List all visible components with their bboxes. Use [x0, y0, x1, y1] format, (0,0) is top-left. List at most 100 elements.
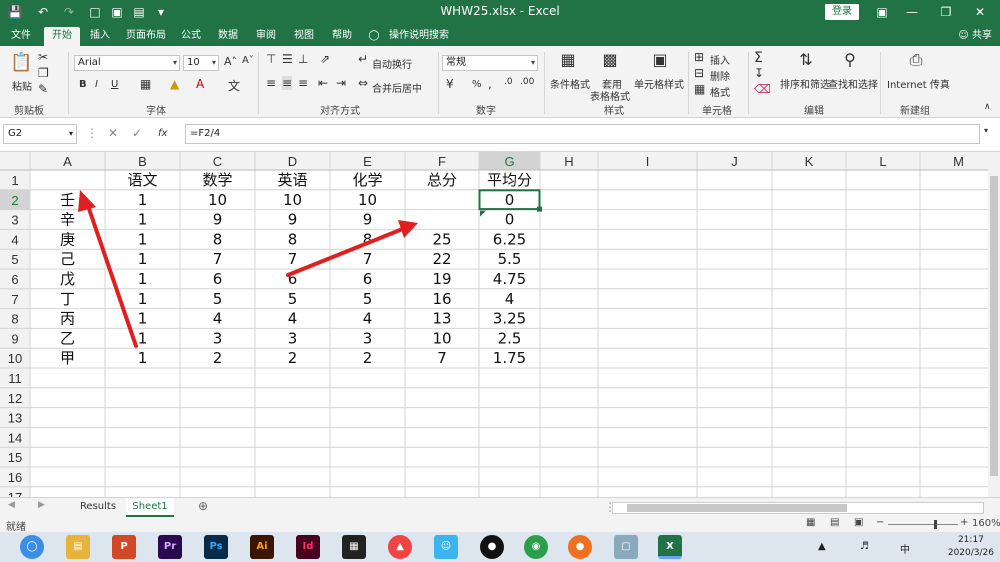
tab-formulas[interactable]: 公式 [176, 27, 206, 46]
column-header-I[interactable]: I [646, 154, 650, 169]
login-button[interactable]: 登录 [825, 4, 859, 20]
column-header-A[interactable]: A [63, 154, 72, 169]
row-header-4[interactable]: 4 [11, 232, 18, 247]
cell-A6[interactable]: 戊 [60, 270, 75, 288]
increase-indent-icon[interactable]: ⇥ [336, 76, 346, 90]
column-header-L[interactable]: L [879, 154, 886, 169]
align-left-icon[interactable]: ≡ [266, 76, 276, 90]
cell-C9[interactable]: 3 [213, 329, 223, 347]
font-color-icon[interactable]: A [196, 77, 204, 91]
cell-E8[interactable]: 4 [363, 310, 373, 328]
paste-icon[interactable]: 📋 [10, 52, 32, 73]
cell-F5[interactable]: 22 [432, 250, 451, 268]
cell-B9[interactable]: 1 [138, 329, 148, 347]
zoom-slider-thumb[interactable] [934, 520, 937, 529]
find-select-button[interactable]: 查找和选择 [828, 76, 878, 91]
row-header-16[interactable]: 16 [8, 470, 22, 485]
app-icon-orange[interactable]: ● [568, 535, 592, 559]
tab-data[interactable]: 数据 [212, 27, 244, 46]
prev-sheet-icon[interactable]: ◀ [8, 500, 15, 510]
zoom-slider[interactable] [888, 520, 958, 529]
orientation-icon[interactable]: ⇗ [320, 52, 330, 66]
insert-cells-icon[interactable]: ⊞ [694, 50, 704, 64]
row-header-3[interactable]: 3 [11, 213, 18, 228]
powerpoint-icon[interactable]: P [112, 535, 136, 559]
normal-view-icon[interactable]: ▦ [806, 517, 815, 528]
delete-cells-icon[interactable]: ⊟ [694, 66, 704, 80]
name-box[interactable]: G2 ▾ [3, 124, 77, 144]
formula-input[interactable]: =F2/4 [185, 124, 980, 144]
row-header-8[interactable]: 8 [11, 312, 18, 327]
cell-G9[interactable]: 2.5 [498, 329, 522, 347]
cell-F1[interactable]: 总分 [427, 171, 457, 189]
cell-B6[interactable]: 1 [138, 270, 148, 288]
format-table-line2[interactable]: 表格格式 [590, 88, 630, 103]
row-header-13[interactable]: 13 [8, 411, 22, 426]
row-header-7[interactable]: 7 [11, 292, 18, 307]
input-method-icon[interactable]: 中 [900, 541, 910, 556]
row-header-12[interactable]: 12 [8, 391, 22, 406]
photoshop-icon[interactable]: Ps [204, 535, 228, 559]
row-header-1[interactable]: 1 [11, 173, 18, 188]
delete-cells-button[interactable]: 删除 [710, 68, 730, 83]
chrome-icon[interactable]: ◉ [524, 535, 548, 559]
zoom-level[interactable]: 160% [972, 518, 1000, 529]
cell-D9[interactable]: 3 [288, 329, 298, 347]
format-cells-icon[interactable]: ▦ [694, 82, 705, 96]
column-header-F[interactable]: F [438, 154, 446, 169]
row-header-15[interactable]: 15 [8, 450, 22, 465]
cell-G8[interactable]: 3.25 [493, 310, 526, 328]
vertical-scrollbar-thumb[interactable] [990, 176, 998, 476]
cell-D3[interactable]: 9 [288, 211, 298, 229]
cell-B8[interactable]: 1 [138, 310, 148, 328]
cell-F9[interactable]: 10 [432, 329, 451, 347]
close-icon[interactable]: ✕ [966, 3, 994, 21]
cell-E6[interactable]: 6 [363, 270, 373, 288]
network-icon[interactable]: ▲ [818, 541, 826, 552]
phonetic-icon[interactable]: 文 [228, 77, 240, 94]
share-button[interactable]: ☺ 共享 [958, 27, 992, 44]
cell-F8[interactable]: 13 [432, 310, 451, 328]
cell-A7[interactable]: 丁 [60, 290, 75, 308]
row-header-10[interactable]: 10 [8, 351, 22, 366]
shrink-font-icon[interactable]: A˅ [242, 55, 254, 66]
percent-button[interactable]: % [472, 79, 482, 90]
minimize-icon[interactable]: — [898, 3, 926, 21]
tab-page-layout[interactable]: 页面布局 [122, 27, 170, 46]
printer-icon[interactable]: ⎙ [906, 50, 926, 70]
cell-C2[interactable]: 10 [208, 191, 227, 209]
cell-A9[interactable]: 乙 [60, 329, 75, 347]
cell-B3[interactable]: 1 [138, 211, 148, 229]
cell-E5[interactable]: 7 [363, 250, 373, 268]
tab-insert[interactable]: 插入 [84, 27, 116, 46]
page-break-view-icon[interactable]: ▣ [854, 517, 863, 528]
row-header-11[interactable]: 11 [8, 371, 22, 386]
decrease-indent-icon[interactable]: ⇤ [318, 76, 328, 90]
grow-font-icon[interactable]: A˄ [224, 55, 237, 68]
premiere-icon[interactable]: Pr [158, 535, 182, 559]
cell-C6[interactable]: 6 [213, 270, 223, 288]
cell-C3[interactable]: 9 [213, 211, 223, 229]
sort-filter-icon[interactable]: ⇅ [796, 50, 816, 69]
scrollbar-thumb[interactable] [627, 504, 847, 512]
cell-D1[interactable]: 英语 [277, 171, 307, 189]
format-painter-icon[interactable]: ✎ [38, 82, 48, 96]
cell-A2[interactable]: 壬 [60, 191, 75, 209]
cell-D8[interactable]: 4 [288, 310, 298, 328]
fill-handle[interactable] [537, 206, 542, 212]
cell-E1[interactable]: 化学 [352, 171, 382, 189]
fill-icon[interactable]: ↧ [754, 66, 764, 80]
cell-B10[interactable]: 1 [138, 349, 148, 367]
align-top-icon[interactable]: ⊤ [266, 52, 276, 66]
cell-C1[interactable]: 数学 [202, 171, 232, 189]
sheet-tab-sheet1[interactable]: Sheet1 [126, 498, 174, 517]
paste-button[interactable]: 粘贴 [12, 78, 32, 93]
cell-G10[interactable]: 1.75 [493, 349, 526, 367]
cut-icon[interactable]: ✂ [38, 50, 48, 64]
merge-center-button[interactable]: 合并后居中 [372, 80, 422, 95]
increase-decimal-icon[interactable]: .0 [504, 77, 513, 87]
copy-icon[interactable]: ❐ [38, 66, 49, 80]
zoom-in-icon[interactable]: + [960, 517, 968, 528]
cell-D10[interactable]: 2 [288, 349, 298, 367]
page-layout-view-icon[interactable]: ▤ [830, 517, 839, 528]
